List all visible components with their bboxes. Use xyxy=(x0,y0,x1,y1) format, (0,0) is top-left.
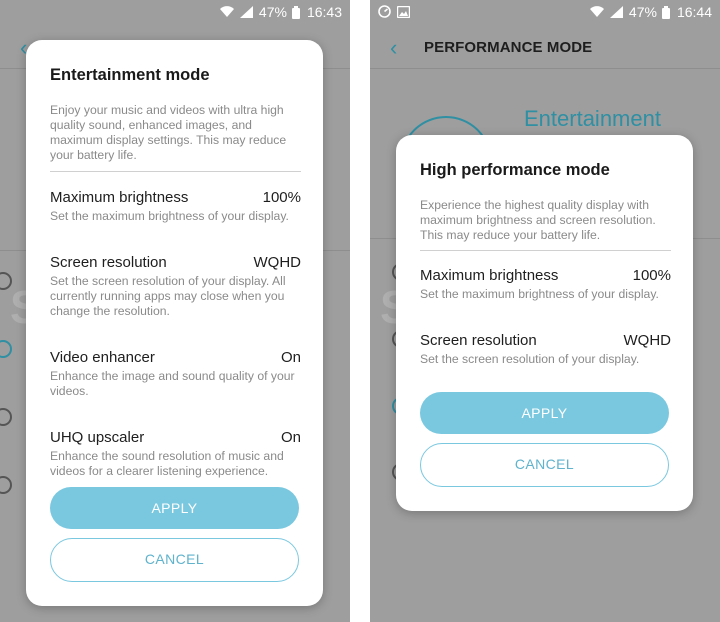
status-time: 16:43 xyxy=(306,4,342,20)
dialog-description: Enjoy your music and videos with ultra h… xyxy=(50,103,287,162)
dialog-description: Experience the highest quality display w… xyxy=(420,198,656,242)
battery-icon xyxy=(291,5,300,19)
page-title: PERFORMANCE MODE xyxy=(424,39,593,56)
header-divider xyxy=(370,68,720,69)
image-notification-icon xyxy=(397,5,410,18)
apply-button[interactable]: APPLY xyxy=(50,487,299,529)
phone-screen-left: 47% 16:43 ‹ SAMMOBILE Entertainment mode… xyxy=(0,0,350,622)
entertainment-mode-dialog: Entertainment mode Enjoy your music and … xyxy=(26,40,323,606)
setting-value: 100% xyxy=(632,267,671,284)
radio-option-2[interactable] xyxy=(0,340,12,358)
cancel-button[interactable]: CANCEL xyxy=(50,538,299,582)
setting-uhq-upscaler[interactable]: UHQ upscaler On Enhance the sound resolu… xyxy=(50,429,301,479)
setting-value: WQHD xyxy=(253,254,302,271)
wifi-icon xyxy=(219,6,235,18)
mode-option-label: Entertainment xyxy=(524,106,661,131)
setting-description: Enhance the sound resolution of music an… xyxy=(50,449,284,478)
dialog-title: High performance mode xyxy=(420,161,610,179)
setting-screen-resolution[interactable]: Screen resolution WQHD Set the screen re… xyxy=(50,254,301,319)
setting-description: Enhance the image and sound quality of y… xyxy=(50,369,295,398)
cancel-button[interactable]: CANCEL xyxy=(420,443,669,487)
setting-description: Set the maximum brightness of your displ… xyxy=(50,209,289,223)
setting-maximum-brightness[interactable]: Maximum brightness 100% Set the maximum … xyxy=(50,189,301,224)
setting-maximum-brightness[interactable]: Maximum brightness 100% Set the maximum … xyxy=(420,267,671,302)
setting-value: On xyxy=(280,349,301,366)
dialog-divider xyxy=(420,250,671,251)
signal-icon xyxy=(239,6,254,18)
speed-gauge-icon xyxy=(378,5,391,18)
setting-value: 100% xyxy=(262,189,301,206)
back-button[interactable]: ‹ xyxy=(390,37,397,59)
radio-option-1[interactable] xyxy=(0,272,12,290)
battery-percent: 47% xyxy=(258,4,287,20)
setting-name: UHQ upscaler xyxy=(50,429,145,446)
setting-screen-resolution[interactable]: Screen resolution WQHD Set the screen re… xyxy=(420,332,671,367)
setting-description: Set the maximum brightness of your displ… xyxy=(420,287,659,301)
battery-percent: 47% xyxy=(628,4,657,20)
battery-icon xyxy=(661,5,670,19)
setting-value: WQHD xyxy=(623,332,672,349)
signal-icon xyxy=(609,6,624,18)
setting-name: Video enhancer xyxy=(50,349,155,366)
radio-option-4[interactable] xyxy=(0,476,12,494)
setting-description: Set the screen resolution of your displa… xyxy=(420,352,640,366)
dialog-divider xyxy=(50,171,301,172)
setting-video-enhancer[interactable]: Video enhancer On Enhance the image and … xyxy=(50,349,301,399)
app-header: ‹ PERFORMANCE MODE xyxy=(370,26,720,70)
status-time: 16:44 xyxy=(676,4,712,20)
wifi-icon xyxy=(589,6,605,18)
setting-description: Set the screen resolution of your displa… xyxy=(50,274,286,318)
status-bar: 47% 16:43 xyxy=(0,0,350,26)
status-bar: 47% 16:44 xyxy=(370,0,720,26)
dialog-title: Entertainment mode xyxy=(50,66,210,84)
high-performance-mode-dialog: High performance mode Experience the hig… xyxy=(396,135,693,511)
apply-button[interactable]: APPLY xyxy=(420,392,669,434)
radio-option-3[interactable] xyxy=(0,408,12,426)
setting-value: On xyxy=(280,429,301,446)
